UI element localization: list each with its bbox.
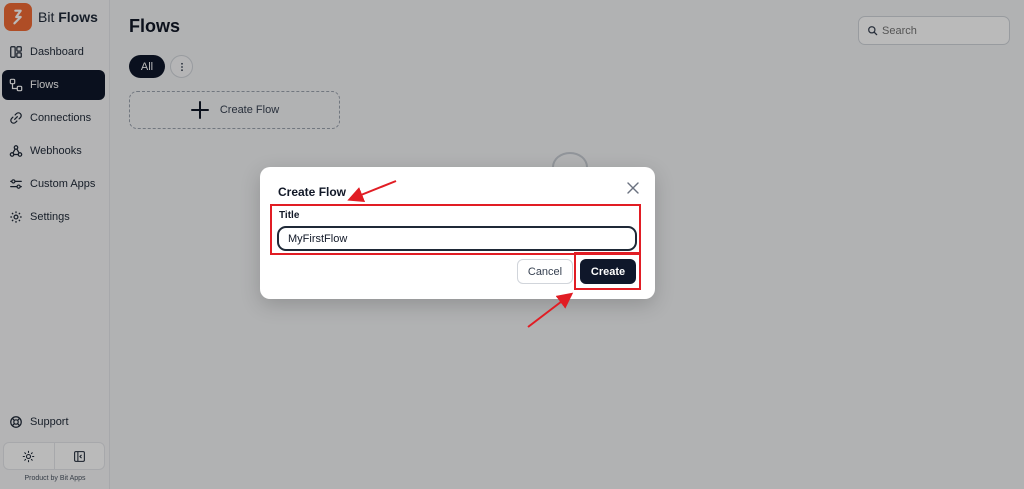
annotation-highlight-title [270,204,641,255]
close-icon[interactable] [626,181,640,195]
annotation-highlight-create [574,252,641,290]
dialog-title: Create Flow [278,185,347,199]
cancel-button[interactable]: Cancel [517,259,573,284]
